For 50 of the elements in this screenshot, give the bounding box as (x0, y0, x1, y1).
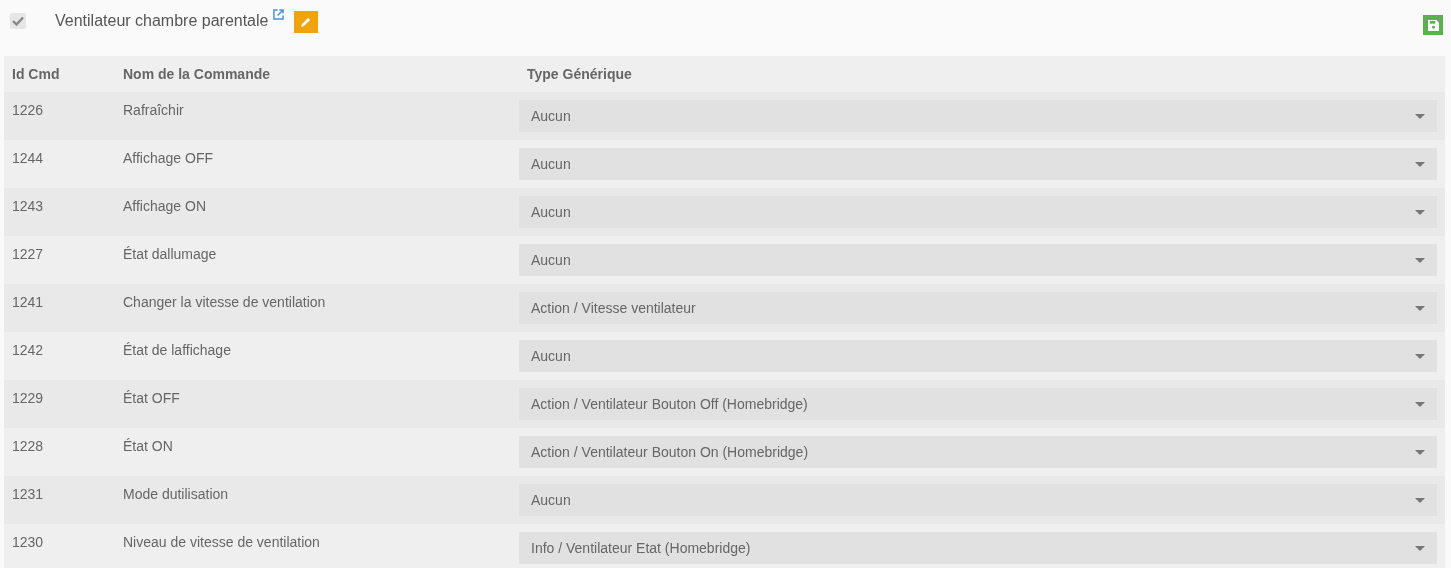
caret-icon (1415, 449, 1425, 455)
id-cell-text: 1231 (11, 485, 45, 504)
name-cell-text: Affichage OFF (122, 149, 214, 168)
name-cell-text: Affichage ON (122, 197, 207, 216)
column-header: Nom de la Commande (122, 66, 272, 82)
check-icon (12, 16, 24, 26)
caret-icon (1415, 497, 1425, 503)
caret-icon (1415, 305, 1425, 311)
id-cell-text: 1226 (11, 101, 45, 120)
caret-icon (1415, 113, 1425, 119)
name-cell-text: État ON (122, 437, 174, 456)
pencil-icon (300, 16, 313, 28)
id-cell-text: 1243 (11, 197, 45, 216)
id-cell-text: 1229 (11, 389, 45, 408)
name-cell-text: Changer la vitesse de ventilation (122, 293, 327, 312)
type-select[interactable]: Action / Ventilateur Bouton Off (Homebridge) (519, 388, 1437, 420)
save-button[interactable] (1423, 15, 1443, 35)
name-cell-text: État OFF (122, 389, 181, 408)
caret-icon (1415, 209, 1425, 215)
type-select[interactable]: Aucun (519, 340, 1437, 372)
checkbox[interactable] (10, 13, 26, 29)
id-cell-text: 1242 (11, 341, 45, 360)
caret-icon (1415, 161, 1425, 167)
type-select[interactable]: Aucun (519, 484, 1437, 516)
type-select[interactable]: Aucun (519, 196, 1437, 228)
type-select[interactable]: Aucun (519, 148, 1437, 180)
caret-icon (1415, 353, 1425, 359)
caret-icon (1415, 257, 1425, 263)
column-header: Id Cmd (11, 66, 61, 82)
id-cell-text: 1227 (11, 245, 45, 264)
type-select[interactable]: Action / Vitesse ventilateur (519, 292, 1437, 324)
edit-button[interactable] (294, 11, 319, 33)
name-cell-text: Mode dutilisation (122, 485, 230, 504)
type-select[interactable]: Info / Ventilateur Etat (Homebridge) (519, 532, 1437, 564)
id-cell-text: 1241 (11, 293, 45, 312)
column-header: Type Générique (526, 66, 633, 82)
id-cell-text: 1230 (11, 533, 45, 552)
name-cell-text: État dallumage (122, 245, 218, 264)
type-select[interactable]: Aucun (519, 100, 1437, 132)
id-cell-text: 1244 (11, 149, 45, 168)
external-link-icon[interactable] (273, 8, 285, 20)
name-cell-text: Rafraîchir (122, 101, 185, 120)
type-select[interactable]: Aucun (519, 244, 1437, 276)
caret-icon (1415, 401, 1425, 407)
equipment-title: Ventilateur chambre parentale (55, 12, 269, 30)
name-cell-text: État de laffichage (122, 341, 232, 360)
name-cell-text: Niveau de vitesse de ventilation (122, 533, 321, 552)
id-cell-text: 1228 (11, 437, 45, 456)
caret-icon (1415, 545, 1425, 551)
type-select[interactable]: Action / Ventilateur Bouton On (Homebridge) (519, 436, 1437, 468)
